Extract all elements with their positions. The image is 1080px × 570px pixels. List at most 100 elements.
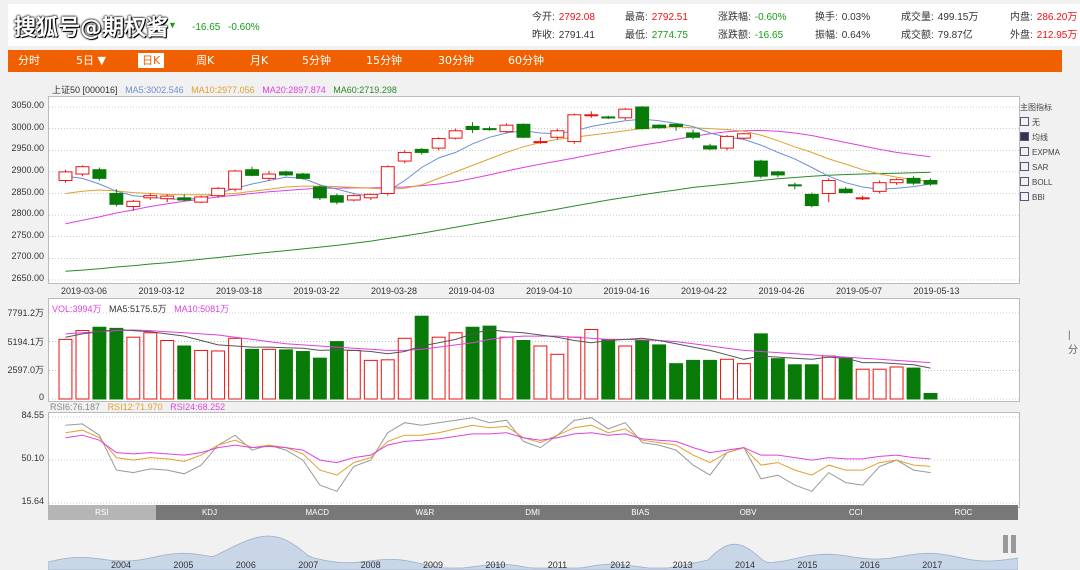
volume-tick: 0 bbox=[38, 392, 44, 402]
date-tick: 2019-03-12 bbox=[138, 286, 185, 296]
side-option[interactable]: SAR bbox=[1020, 160, 1060, 175]
side-option-label: SAR bbox=[1032, 163, 1049, 172]
tab-8[interactable]: 60分钟 bbox=[504, 53, 548, 68]
rsi-legend: RSI6:76.187 RSI12:71.970 RSI24:68.252 bbox=[50, 402, 225, 412]
candle bbox=[533, 137, 548, 144]
volume-bar bbox=[245, 348, 260, 400]
quote-field: 内盘: 286.20万 bbox=[1010, 8, 1077, 23]
checkbox-icon[interactable] bbox=[1020, 117, 1029, 126]
indicator-tab[interactable]: OBV bbox=[694, 505, 802, 520]
volume-bar bbox=[363, 359, 378, 400]
price-tick: 2750.00 bbox=[11, 229, 44, 240]
candle bbox=[635, 106, 650, 130]
side-option[interactable]: 均线 bbox=[1020, 130, 1060, 145]
ma5-line bbox=[65, 118, 931, 201]
volume-bar bbox=[262, 348, 276, 400]
quote-field-value: 2774.75 bbox=[651, 30, 688, 41]
tab-5[interactable]: 5分钟 bbox=[298, 53, 335, 68]
down-arrow-icon: ▼ bbox=[168, 20, 177, 30]
side-option-label: BBI bbox=[1032, 193, 1045, 202]
checkbox-icon[interactable] bbox=[1020, 177, 1029, 186]
candle bbox=[770, 171, 785, 178]
quote-field-value: 212.95万 bbox=[1036, 30, 1078, 41]
checkbox-icon[interactable] bbox=[1020, 147, 1029, 156]
indicator-tab[interactable]: CCI bbox=[802, 505, 910, 520]
volume-tick: 5194.1万 bbox=[7, 336, 44, 347]
indicator-tab[interactable]: W&R bbox=[371, 505, 479, 520]
volume-bar bbox=[872, 368, 887, 400]
candle bbox=[872, 180, 887, 194]
candle bbox=[821, 178, 836, 203]
tab-1[interactable]: 5日 ▼ bbox=[72, 53, 110, 68]
date-tick: 2019-04-16 bbox=[603, 286, 650, 296]
candle bbox=[75, 165, 90, 177]
checkbox-icon[interactable] bbox=[1020, 132, 1029, 141]
year-label: 2015 bbox=[797, 560, 818, 570]
year-label: 2012 bbox=[610, 560, 631, 570]
candlestick-chart bbox=[49, 106, 1019, 281]
range-navigator[interactable]: 2004 2005 2006 2007 2008 2009 2010 2011 2012 2013… bbox=[48, 520, 1018, 570]
tab-3[interactable]: 周K bbox=[192, 53, 218, 68]
watermark: 搜狐号@期权酱 bbox=[14, 16, 169, 41]
rsi6-line bbox=[65, 417, 931, 492]
quote-field-label: 成交量: bbox=[901, 12, 934, 23]
year-label: 2013 bbox=[672, 560, 693, 570]
side-option[interactable]: BBI bbox=[1020, 190, 1060, 205]
checkbox-icon[interactable] bbox=[1020, 192, 1029, 201]
volume-legend: VOL:3994万 MA5:5175.5万 MA10:5081万 bbox=[52, 302, 229, 315]
candle bbox=[160, 194, 175, 203]
volume-bar bbox=[58, 338, 73, 400]
quote-field-value: 2792.51 bbox=[651, 12, 688, 23]
candlestick-panel[interactable] bbox=[48, 96, 1020, 284]
pause-icon[interactable] bbox=[1001, 533, 1019, 555]
edge-label: |分 bbox=[1068, 330, 1078, 356]
candle bbox=[194, 195, 209, 204]
checkbox-icon[interactable] bbox=[1020, 162, 1029, 171]
rsi-panel[interactable] bbox=[48, 412, 1020, 508]
indicator-tabs: RSI KDJ MACD W&R DMI BIAS OBV CCI ROC bbox=[48, 505, 1018, 520]
volume-bar bbox=[906, 367, 921, 400]
volume-bar bbox=[720, 358, 734, 400]
indicator-tab[interactable]: DMI bbox=[479, 505, 587, 520]
side-option-label: 无 bbox=[1032, 118, 1040, 127]
tab-0[interactable]: 分时 bbox=[14, 53, 44, 68]
volume-bar bbox=[194, 349, 209, 400]
year-label: 2008 bbox=[360, 560, 381, 570]
indicator-tab[interactable]: RSI bbox=[48, 505, 156, 520]
chart-legend: 上证50 [000016] MA5:3002.546 MA10:2977.056… bbox=[52, 83, 397, 96]
candle bbox=[787, 182, 802, 190]
period-tabs: 分时 5日 ▼ 日K 周K 月K 5分钟 15分钟 30分钟 60分钟 bbox=[8, 50, 1062, 72]
candle bbox=[601, 115, 616, 120]
indicator-tab[interactable]: KDJ bbox=[156, 505, 264, 520]
volume-bar bbox=[889, 366, 904, 400]
price-tick: 2650.00 bbox=[11, 273, 44, 283]
candle bbox=[295, 172, 310, 180]
candle bbox=[177, 194, 192, 202]
candle bbox=[92, 167, 107, 181]
tab-4[interactable]: 月K bbox=[246, 53, 272, 68]
volume-bar bbox=[228, 337, 243, 400]
indicator-tab[interactable]: BIAS bbox=[587, 505, 695, 520]
volume-tick: 7791.2万 bbox=[7, 308, 44, 318]
legend-rsi6: RSI6:76.187 bbox=[50, 402, 101, 412]
candle bbox=[516, 123, 531, 139]
side-option[interactable]: BOLL bbox=[1020, 175, 1060, 190]
candle bbox=[58, 169, 73, 183]
tab-6[interactable]: 15分钟 bbox=[362, 53, 406, 68]
date-tick: 2019-03-22 bbox=[293, 286, 340, 296]
rsi-tick: 15.64 bbox=[21, 496, 44, 506]
quote-field-label: 最高: bbox=[625, 12, 648, 23]
tab-7[interactable]: 30分钟 bbox=[434, 53, 478, 68]
tab-2[interactable]: 日K bbox=[138, 53, 165, 68]
indicator-tab[interactable]: MACD bbox=[263, 505, 371, 520]
legend-name: 上证50 [000016] bbox=[52, 85, 118, 95]
volume-bar bbox=[686, 359, 701, 400]
legend-vol-ma5: MA5:5175.5万 bbox=[109, 304, 167, 314]
volume-bar bbox=[855, 368, 870, 400]
volume-bar bbox=[567, 336, 582, 400]
candle bbox=[245, 166, 260, 177]
side-option[interactable]: 无 bbox=[1020, 115, 1060, 130]
quote-field: 今开: 2792.08 bbox=[532, 8, 595, 23]
indicator-tab[interactable]: ROC bbox=[910, 505, 1018, 520]
side-option[interactable]: EXPMA bbox=[1020, 145, 1060, 160]
